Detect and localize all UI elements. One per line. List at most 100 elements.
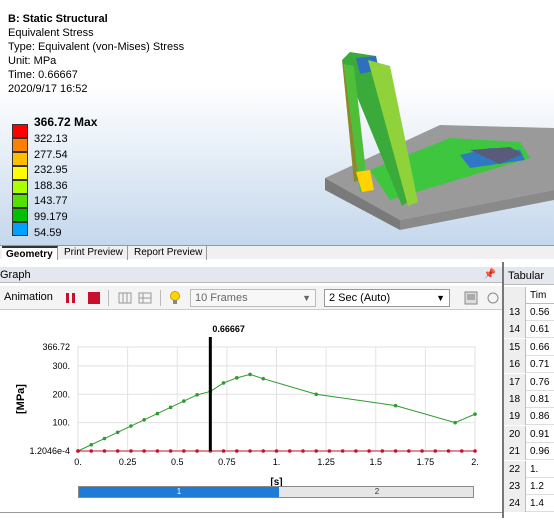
table-row[interactable]: 20 0.91 (504, 425, 554, 443)
series-point (340, 449, 345, 453)
series-point (473, 412, 477, 416)
table-row[interactable]: 24 1.4 (504, 495, 554, 513)
stop-button[interactable] (88, 292, 100, 304)
color-legend: 366.72 Max 322.13 277.54 232.95 188.36 1… (8, 114, 208, 246)
table-row[interactable]: 22 1. (504, 460, 554, 478)
timeline-step-2[interactable]: 2 (279, 487, 475, 497)
row-index-header (504, 287, 526, 304)
legend-label: 277.54 (34, 149, 68, 161)
result-info-line: Time: 0.66667 (8, 69, 78, 81)
tab-report-preview[interactable]: Report Preview (130, 246, 208, 260)
time-cell: 0.71 (530, 359, 550, 371)
table-row[interactable]: 16 0.71 (504, 356, 554, 374)
series-point (473, 449, 477, 453)
stress-time-chart[interactable]: 0. 0.25 0.5 0.75 1. 1.25 1.5 1.75 2. 1.2046e-4 100… (0, 310, 502, 486)
series-point (102, 436, 107, 441)
row-index: 16 (504, 356, 526, 374)
tab-print-preview[interactable]: Print Preview (60, 246, 128, 260)
row-index: 15 (504, 338, 526, 356)
legend-swatch (12, 208, 28, 222)
series-point (195, 393, 199, 397)
next-frame-icon[interactable] (138, 291, 152, 305)
export-video-icon[interactable] (464, 291, 478, 305)
tabular-column-header: Tim (504, 287, 554, 304)
table-row[interactable]: 18 0.81 (504, 391, 554, 408)
row-index: 14 (504, 321, 526, 339)
result-info-line: Unit: MPa (8, 55, 57, 67)
row-index: 24 (504, 495, 526, 513)
x-tick-label: 1.25 (317, 457, 335, 467)
legend-swatch (12, 138, 28, 152)
series-point (76, 449, 80, 453)
x-tick-label: 0.25 (119, 457, 137, 467)
series-point (221, 381, 226, 385)
y-tick-label: 366.72 (42, 342, 70, 352)
series-point (248, 449, 252, 453)
series-point (102, 449, 107, 453)
row-index: 19 (504, 408, 526, 426)
series-point (287, 449, 292, 453)
table-row[interactable]: 19 0.86 (504, 408, 554, 426)
view-tabs: Geometry Print Preview Report Preview (0, 245, 554, 260)
row-index: 18 (504, 391, 526, 408)
timeline-step-1[interactable]: 1 (79, 487, 279, 497)
animation-toolbar: Animation 10 Frames ▼ 2 Sec (Auto) ▼ (0, 286, 502, 310)
y-tick-label: 1.2046e-4 (29, 446, 70, 456)
x-tick-label: 0.75 (218, 457, 236, 467)
animation-label: Animation (4, 291, 53, 303)
time-cell: 1.4 (530, 498, 544, 510)
fea-model-render[interactable] (320, 30, 554, 246)
graph-panel: Graph 📌 Animation 10 Frames ▼ 2 Sec (Aut… (0, 262, 502, 518)
row-index: 17 (504, 373, 526, 391)
table-row[interactable]: 17 0.76 (504, 373, 554, 391)
timeline-bar[interactable]: 1 2 (78, 486, 474, 498)
current-time-label: 0.66667 (212, 324, 245, 334)
options-icon[interactable] (486, 291, 500, 305)
frames-select[interactable]: 10 Frames ▼ (190, 289, 316, 307)
series-point (129, 449, 133, 453)
model-viewport[interactable]: B: Static Structural Equivalent Stress T… (0, 0, 554, 246)
series-point (155, 411, 160, 416)
series-point (182, 449, 186, 453)
lightbulb-icon[interactable] (168, 291, 182, 305)
table-row[interactable]: 21 0.96 (504, 443, 554, 461)
frames-value: 10 Frames (195, 292, 248, 304)
table-row[interactable]: 14 0.61 (504, 321, 554, 339)
series-point (327, 449, 332, 453)
series-point (459, 449, 464, 453)
legend-label: 99.179 (34, 211, 68, 223)
legend-swatch (12, 180, 28, 194)
table-row[interactable]: 23 1.2 (504, 478, 554, 495)
series-point (221, 449, 226, 453)
series-point (195, 449, 199, 453)
series-point (261, 449, 266, 453)
pause-icon (72, 293, 75, 303)
time-cell: 1. (530, 463, 539, 475)
series-point (393, 403, 398, 408)
pin-icon[interactable]: 📌 (484, 267, 496, 283)
row-index: 21 (504, 443, 526, 461)
toolbar-separator (108, 290, 109, 306)
duration-select[interactable]: 2 Sec (Auto) ▼ (324, 289, 450, 307)
row-index: 22 (504, 460, 526, 478)
row-index: 20 (504, 425, 526, 443)
x-axis-label: [s] (270, 477, 282, 486)
y-tick-label: 200. (52, 389, 70, 399)
table-row[interactable]: 13 0.56 (504, 304, 554, 321)
chevron-down-icon: ▼ (302, 293, 311, 303)
pause-button[interactable] (64, 290, 78, 306)
series-point (155, 449, 160, 453)
series-point (115, 449, 120, 453)
series-point (314, 449, 319, 453)
legend-swatch (12, 152, 28, 166)
series-point (182, 399, 186, 403)
previous-frame-icon[interactable] (118, 291, 132, 305)
series-point (314, 392, 319, 397)
time-cell: 0.56 (530, 307, 550, 318)
series-point (433, 449, 438, 453)
series-point (168, 405, 173, 410)
tab-geometry[interactable]: Geometry (2, 246, 58, 260)
table-row[interactable]: 15 0.66 (504, 338, 554, 356)
y-axis-label: [MPa] (15, 384, 27, 414)
time-cell: 0.91 (530, 428, 550, 440)
